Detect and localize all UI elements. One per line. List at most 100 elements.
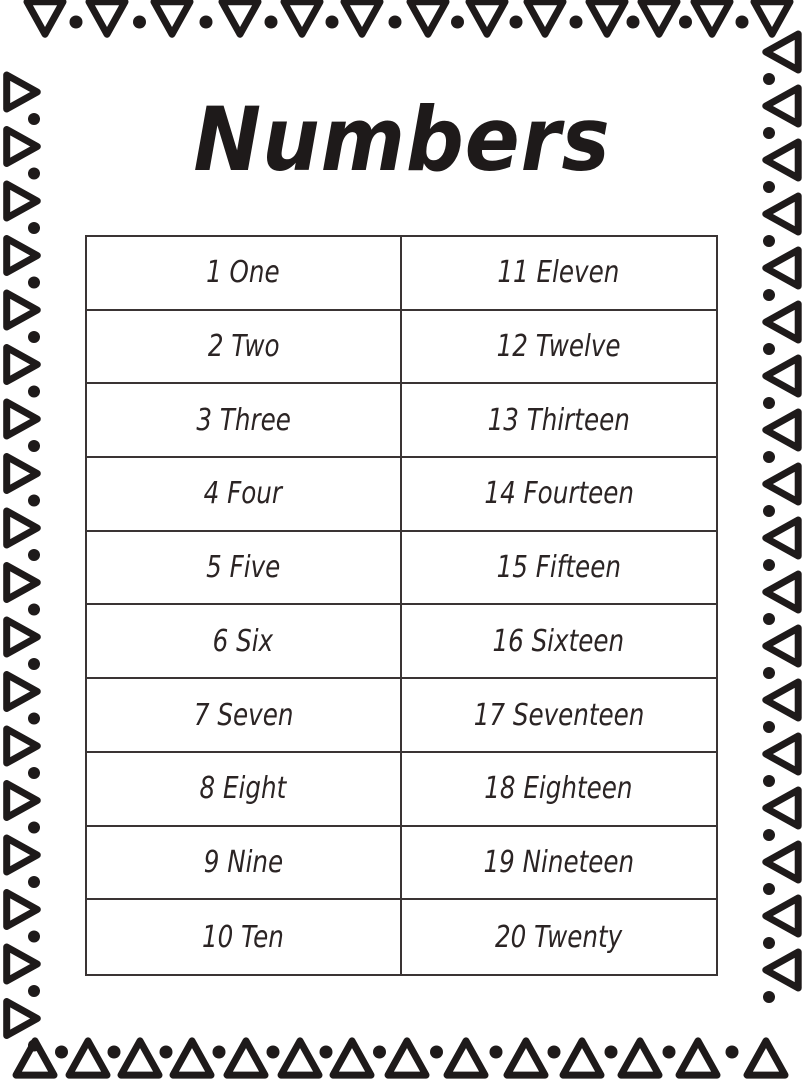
triangle-icon	[585, 0, 629, 38]
dot-icon	[28, 603, 40, 616]
dot-icon	[569, 15, 583, 29]
triangle-icon	[675, 1037, 721, 1079]
page-title: Numbers	[193, 88, 611, 191]
triangle-icon	[3, 998, 41, 1039]
dot-icon	[28, 1039, 40, 1052]
dot-icon	[763, 883, 775, 895]
triangle-icon	[3, 834, 41, 876]
dot-icon	[430, 1045, 443, 1059]
table-cell: 2 Two	[87, 310, 402, 385]
triangle-icon	[3, 507, 41, 549]
table-cell: 5 Five	[87, 531, 402, 606]
table-cell: 16 Sixteen	[401, 605, 716, 680]
dot-icon	[107, 1045, 121, 1059]
dot-icon	[28, 276, 40, 289]
dot-icon	[763, 775, 775, 787]
table-cell: 14 Fourteen	[401, 458, 716, 532]
dot-icon	[451, 15, 464, 29]
triangle-icon	[762, 624, 802, 668]
dot-icon	[763, 667, 775, 679]
triangle-icon	[3, 562, 41, 603]
dot-icon	[28, 930, 40, 943]
number-word-label: 10 Ten	[202, 919, 285, 955]
dot-icon	[679, 15, 692, 29]
table-cell: 19 Nineteen	[401, 827, 716, 901]
triangle-icon	[3, 453, 41, 494]
table-cell: 9 Nine	[87, 826, 402, 901]
dot-icon	[133, 15, 146, 29]
triangle-icon	[762, 678, 802, 722]
number-word-label: 15 Fifteen	[496, 550, 621, 586]
dot-icon	[212, 1045, 226, 1059]
triangle-icon	[150, 0, 194, 38]
triangle-icon	[169, 1037, 215, 1079]
number-word-label: 12 Twelve	[496, 329, 621, 365]
dot-icon	[626, 15, 640, 29]
triangle-icon	[443, 1037, 489, 1079]
triangle-icon	[3, 889, 41, 930]
number-word-label: 14 Fourteen	[483, 476, 634, 512]
triangle-icon	[559, 1037, 605, 1079]
triangle-icon	[762, 894, 802, 938]
dot-icon	[28, 440, 40, 452]
number-word-label: 20 Twenty	[495, 919, 623, 955]
dot-icon	[725, 1045, 739, 1059]
number-word-label: 7 Seven	[193, 697, 293, 733]
dot-icon	[763, 397, 775, 409]
numbers-table: 1 One 11 Eleven 2 Two 12 Twelve 3 Three 13 Th…	[85, 235, 718, 976]
triangle-icon	[617, 1037, 663, 1079]
table-cell: 20 Twenty	[402, 900, 717, 974]
dot-icon	[266, 1045, 280, 1059]
dot-icon	[763, 991, 775, 1003]
dot-icon	[55, 1045, 68, 1059]
triangle-icon	[3, 344, 41, 385]
triangle-icon	[690, 0, 734, 38]
dot-icon	[763, 343, 775, 355]
dot-icon	[763, 559, 775, 571]
triangle-icon	[384, 1037, 430, 1079]
triangle-icon	[762, 300, 802, 344]
triangle-icon	[465, 0, 509, 38]
triangle-icon	[503, 1037, 549, 1079]
dot-icon	[28, 658, 40, 670]
triangle-icon	[218, 0, 262, 38]
number-word-label: 1 One	[206, 255, 281, 291]
table-cell: 11 Eleven	[401, 237, 716, 311]
dot-icon	[763, 451, 775, 463]
table-cell: 4 Four	[87, 458, 402, 532]
triangle-icon	[3, 289, 41, 331]
number-word-label: 17 Seventeen	[473, 697, 645, 733]
table-cell: 13 Thirteen	[401, 384, 716, 459]
triangle-icon	[762, 462, 802, 506]
dot-icon	[763, 505, 775, 517]
triangle-icon	[3, 671, 41, 712]
triangle-icon	[3, 780, 41, 821]
dot-icon	[28, 821, 40, 834]
dot-icon	[388, 15, 402, 29]
dot-icon	[28, 385, 40, 398]
dot-icon	[489, 1045, 503, 1059]
triangle-icon	[762, 246, 802, 290]
number-word-label: 6 Six	[212, 623, 274, 659]
table-cell: 10 Ten	[87, 900, 402, 974]
dot-icon	[28, 331, 40, 343]
triangle-icon	[117, 1037, 163, 1079]
table-cell: 6 Six	[87, 605, 402, 680]
dot-icon	[509, 15, 523, 29]
dot-icon	[199, 15, 213, 29]
triangle-icon	[223, 1037, 269, 1079]
number-word-label: 4 Four	[204, 476, 283, 512]
triangle-icon	[762, 354, 802, 398]
triangle-icon	[3, 398, 41, 440]
dot-icon	[28, 767, 40, 779]
number-word-label: 2 Two	[207, 329, 280, 365]
triangle-icon	[65, 1037, 111, 1079]
triangle-icon	[762, 192, 802, 236]
dot-icon	[28, 712, 40, 725]
triangle-icon	[750, 0, 794, 38]
triangle-icon	[3, 235, 41, 276]
dot-icon	[547, 1045, 561, 1059]
dot-icon	[735, 15, 749, 29]
dot-icon	[159, 1045, 173, 1059]
number-word-label: 16 Sixteen	[492, 623, 625, 659]
